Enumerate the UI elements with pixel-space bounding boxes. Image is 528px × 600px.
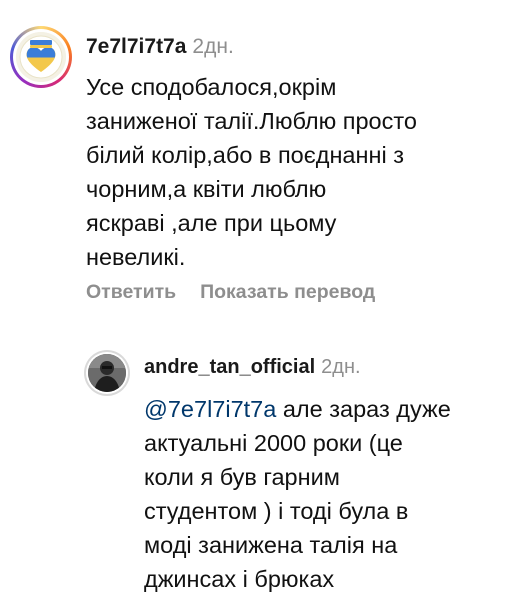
reply-text-line: джинсах і брюках [144,566,335,592]
reply-text-line: коли я був гарним [144,464,340,490]
comment-text-line: Усе сподобалося,окрім [86,74,337,100]
comment-header: 7e7l7i7t7a 2дн. [86,34,234,60]
reply-avatar[interactable] [84,350,130,396]
person-photo-icon [88,354,126,392]
commenter-avatar[interactable] [10,26,72,88]
comment-text-line: яскраві ,але при цьому [86,210,337,236]
reply-header: andre_tan_official 2дн. [144,354,361,380]
reply-text-line: моді занижена талія на [144,532,398,558]
mention-link[interactable]: @7e7l7i7t7a [144,396,276,422]
comment-actions: Ответить Показать перевод [86,279,375,305]
comment-username[interactable]: 7e7l7i7t7a [86,35,186,58]
comment-text: Усе сподобалося,окрім заниженої талії.Лю… [86,70,516,274]
reply-button[interactable]: Ответить [86,281,176,303]
reply-text-line: актуальні 2000 роки (це [144,430,403,456]
reply-username[interactable]: andre_tan_official [144,356,315,378]
comment-text-line: заниженої талії.Люблю просто [86,108,417,134]
reply-text: @7e7l7i7t7a але зараз дуже актуальні 200… [144,392,524,596]
comment-text-line: невеликі. [86,244,186,270]
comments-thread: 7e7l7i7t7a 2дн. Усе сподобалося,окрім зан… [0,0,528,600]
reply-time: 2дн. [321,356,361,378]
comment-text-line: білий колір,або в поєднанні з [86,142,404,168]
reply-text-line: студентом ) і тоді була в [144,498,409,524]
comment-time: 2дн. [192,35,234,58]
show-translation-button[interactable]: Показать перевод [200,281,375,303]
ukraine-heart-icon [16,32,66,82]
comment-text-line: чорним,а квіти люблю [86,176,327,202]
reply-text-line: @7e7l7i7t7a але зараз дуже [144,396,451,422]
